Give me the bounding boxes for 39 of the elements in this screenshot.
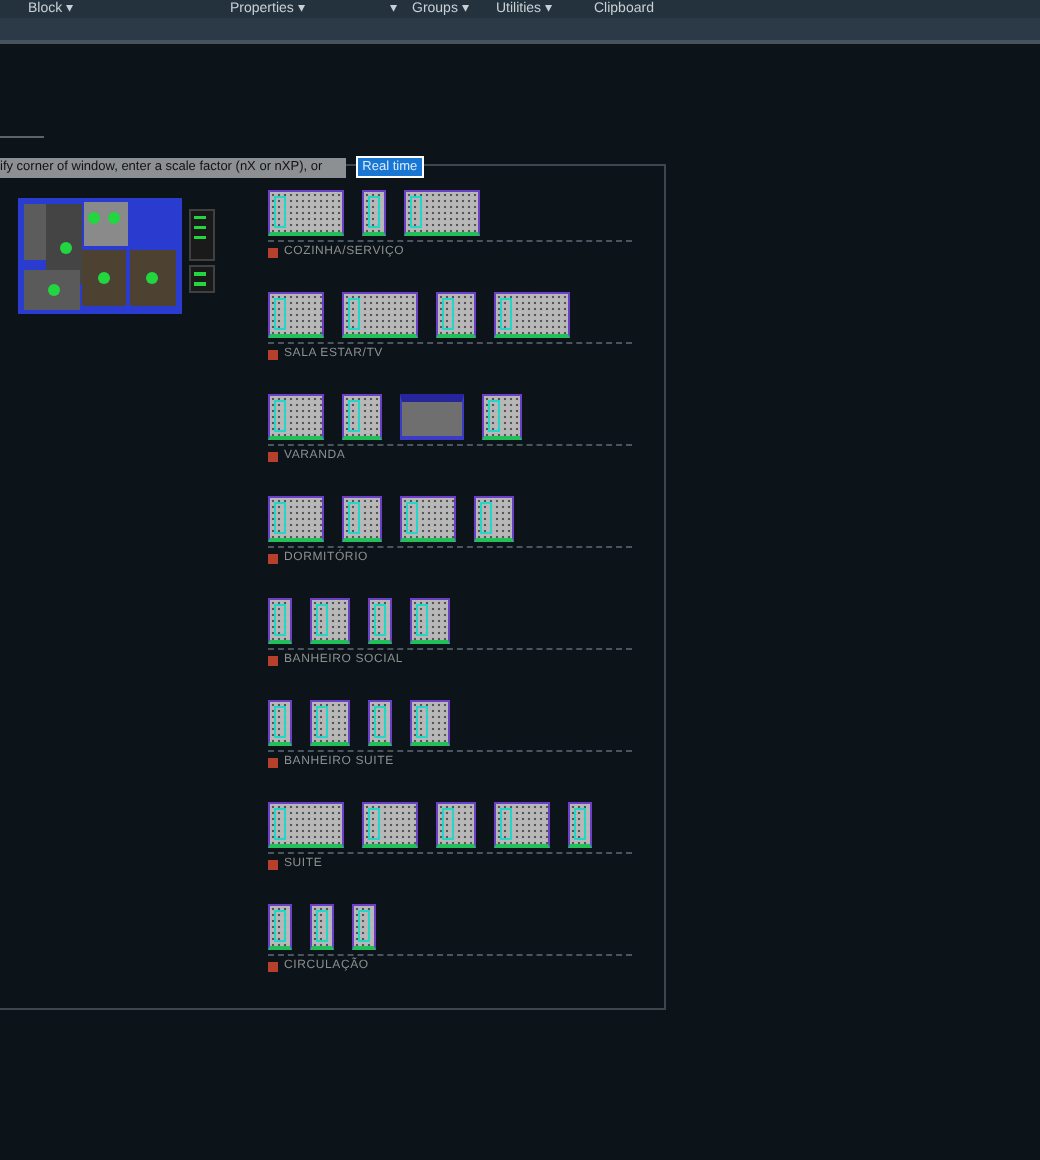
- elevation-drawing: [436, 802, 476, 848]
- elevation-drawing: [342, 292, 418, 338]
- elevation-drawing: [482, 394, 522, 440]
- elevation-drawing: [310, 598, 350, 644]
- elevation-drawing: [268, 700, 292, 746]
- elevation-drawing: [268, 394, 324, 440]
- elevation-drawing: [404, 190, 480, 236]
- elevation-drawing: [362, 802, 418, 848]
- marker-icon: [268, 451, 278, 461]
- elevation-drawing: [310, 904, 334, 950]
- marker-icon: [268, 859, 278, 869]
- marker-icon: [268, 757, 278, 767]
- elevation-drawing: [342, 394, 382, 440]
- elevation-drawing: [368, 700, 392, 746]
- elevation-drawing: [268, 292, 324, 338]
- elevation-drawing: [342, 496, 382, 542]
- elevation-drawing: [268, 802, 344, 848]
- elevation-drawing: [268, 904, 292, 950]
- elevation-drawing: [400, 394, 464, 440]
- elevation-drawing: [474, 496, 514, 542]
- elevation-drawing: [268, 190, 344, 236]
- elevation-drawing: [568, 802, 592, 848]
- elevation-drawing: [362, 190, 386, 236]
- elevation-drawing: [410, 598, 450, 644]
- elevation-drawing: [494, 802, 550, 848]
- elevation-drawing: [352, 904, 376, 950]
- elevation-drawing: [368, 598, 392, 644]
- elevation-drawing: [436, 292, 476, 338]
- marker-icon: [268, 961, 278, 971]
- marker-icon: [268, 349, 278, 359]
- elevation-drawing: [400, 496, 456, 542]
- elevation-drawing: [410, 700, 450, 746]
- marker-icon: [268, 553, 278, 563]
- elevation-drawing: [268, 496, 324, 542]
- elevation-drawing: [310, 700, 350, 746]
- marker-icon: [268, 655, 278, 665]
- elevation-drawing: [494, 292, 570, 338]
- elevation-drawing: [268, 598, 292, 644]
- marker-icon: [268, 247, 278, 257]
